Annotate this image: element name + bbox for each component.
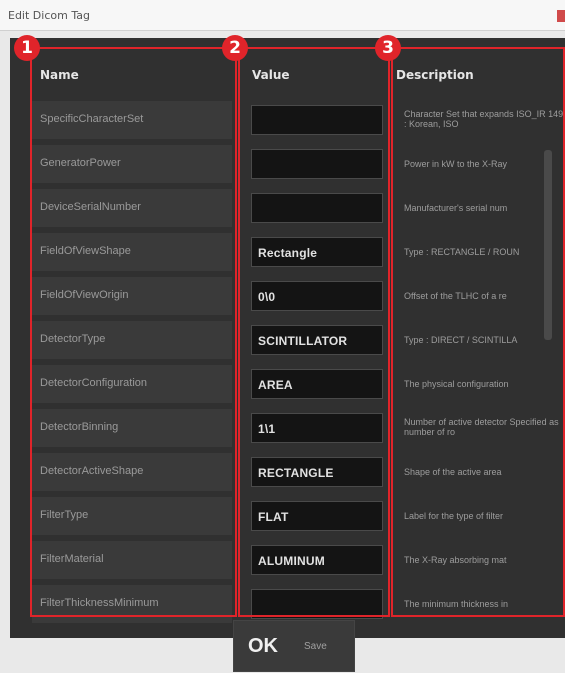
annotation-frame-value [238,47,390,617]
window-title: Edit Dicom Tag [8,9,90,22]
annotation-frame-name [30,47,237,617]
ok-label: OK [248,635,278,657]
save-label: Save [304,641,327,652]
window-titlebar: Edit Dicom Tag [0,0,565,31]
annotation-frame-description [391,47,565,617]
annotation-badge-1: 1 [14,35,40,61]
annotation-badge-2: 2 [222,35,248,61]
annotation-badge-3: 3 [375,35,401,61]
close-icon[interactable] [557,10,565,22]
ok-save-button[interactable]: OK Save [233,620,355,672]
